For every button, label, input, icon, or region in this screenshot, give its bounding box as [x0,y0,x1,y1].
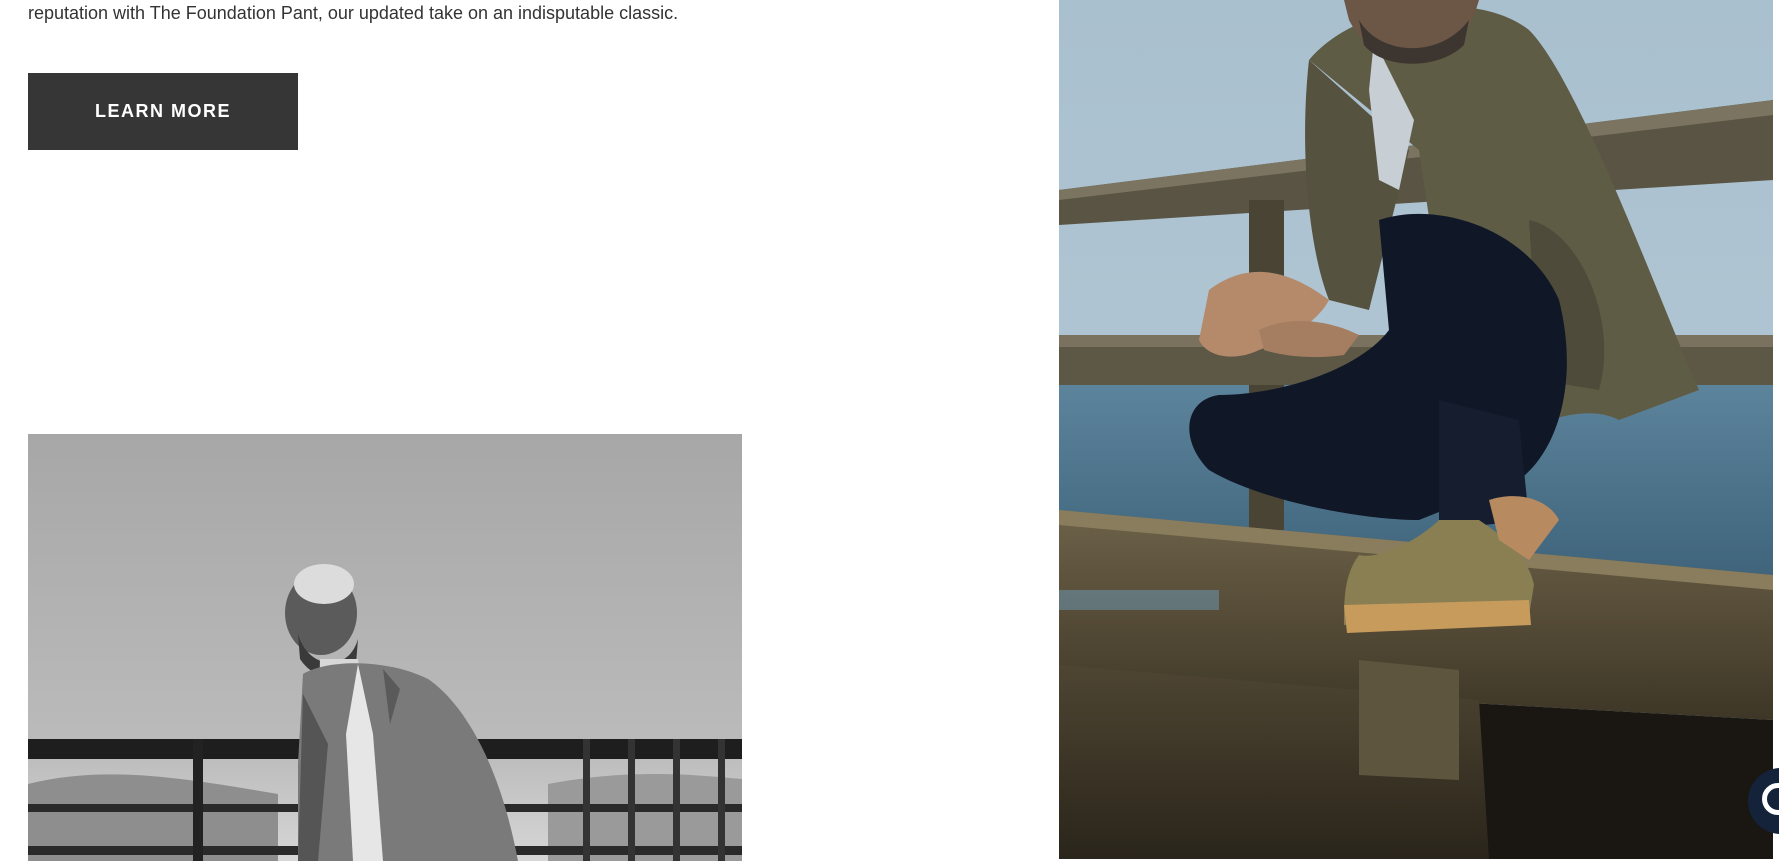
learn-more-button[interactable]: LEARN MORE [28,73,298,150]
photo-color-man-crouching-on-railing [1059,0,1773,859]
chat-icon [1762,783,1779,815]
page: reputation with The Foundation Pant, our… [0,0,1779,861]
intro-text: reputation with The Foundation Pant, our… [28,3,679,23]
photo-bw-man-on-pier [28,434,742,861]
